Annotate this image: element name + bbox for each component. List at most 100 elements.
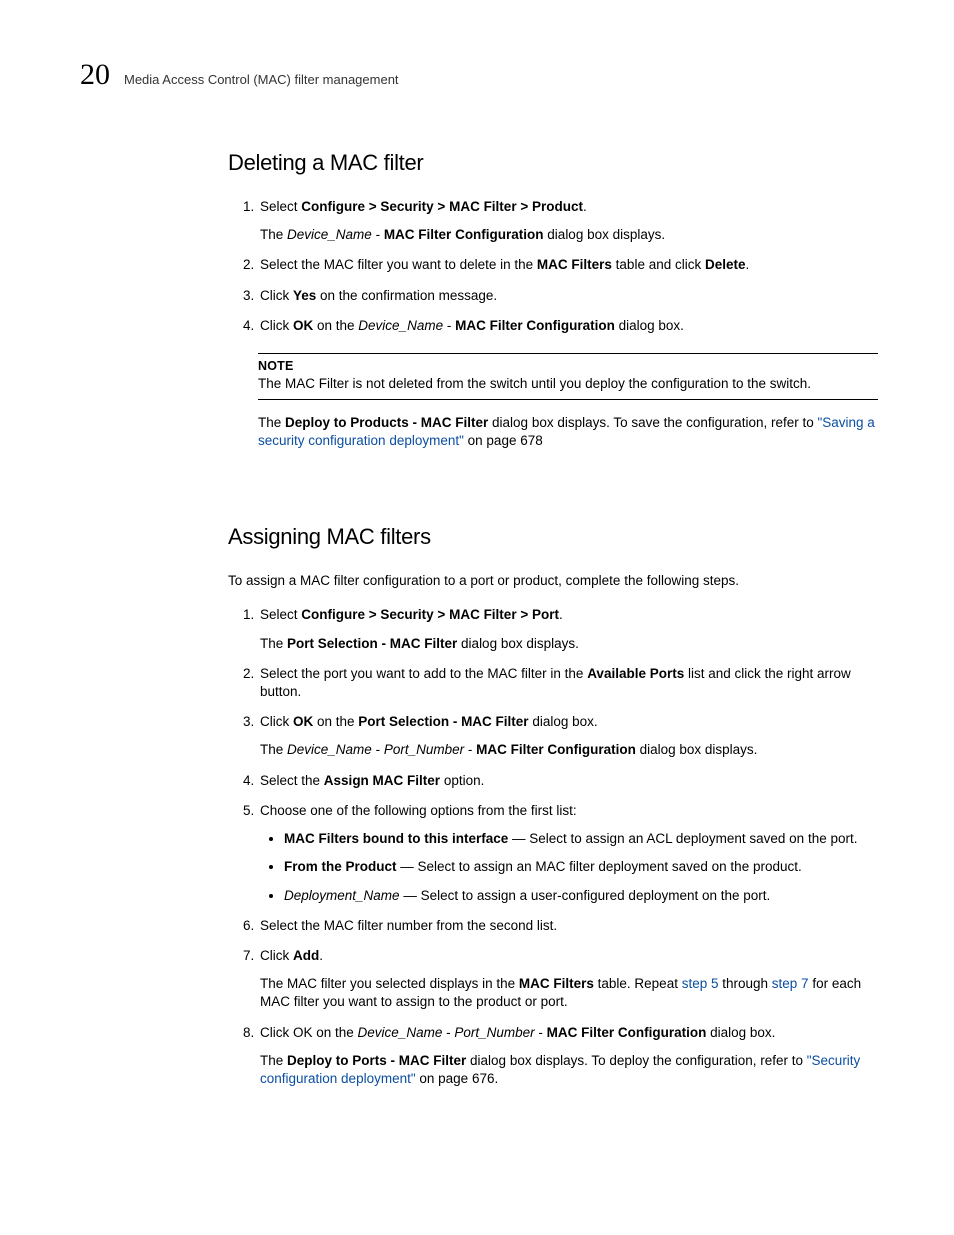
step-sub: The Port Selection - MAC Filter dialog b… [260, 635, 878, 653]
steps-assigning: Select Configure > Security > MAC Filter… [228, 606, 878, 1088]
text: Click [260, 714, 293, 729]
step-text: Select [260, 199, 301, 214]
step: Choose one of the following options from… [258, 802, 878, 905]
list-item: MAC Filters bound to this interface — Se… [284, 830, 878, 848]
step: Select Configure > Security > MAC Filter… [258, 606, 878, 652]
list-item: Deployment_Name — Select to assign a use… [284, 887, 878, 905]
option-name: From the Product [284, 859, 397, 874]
placeholder: Device_Name [358, 318, 443, 333]
text: The [260, 636, 287, 651]
ui-element: MAC Filters [537, 257, 612, 272]
text: The MAC filter you selected displays in … [260, 976, 519, 991]
option-name: MAC Filters bound to this interface [284, 831, 508, 846]
placeholder: Device_Name [287, 742, 372, 757]
dialog-name: Port Selection - MAC Filter [287, 636, 457, 651]
ui-button: Delete [705, 257, 746, 272]
steps-deleting: Select Configure > Security > MAC Filter… [228, 198, 878, 335]
ui-button: OK [293, 318, 313, 333]
text: Select the MAC filter number from the se… [260, 918, 557, 933]
ui-button: OK [293, 714, 313, 729]
text: Select the [260, 773, 324, 788]
text: dialog box displays. To save the configu… [488, 415, 817, 430]
dialog-name: Deploy to Ports - MAC Filter [287, 1053, 466, 1068]
page-header: 20 Media Access Control (MAC) filter man… [80, 58, 874, 92]
menu-path: Configure > Security > MAC Filter > Prod… [301, 199, 583, 214]
text: Click [260, 318, 293, 333]
text: Click [260, 288, 293, 303]
step: Click OK on the Device_Name - MAC Filter… [258, 317, 878, 335]
text: - [372, 742, 384, 757]
text: table and click [612, 257, 705, 272]
text: The [258, 415, 285, 430]
text: on the [313, 318, 358, 333]
placeholder: Port_Number [454, 1025, 534, 1040]
dialog-name: MAC Filter Configuration [455, 318, 615, 333]
text: The [260, 227, 287, 242]
text: — Select to assign a user-configured dep… [400, 888, 771, 903]
placeholder: Device_Name [358, 1025, 443, 1040]
placeholder: Device_Name [287, 227, 372, 242]
text: dialog box. [615, 318, 684, 333]
text: option. [440, 773, 484, 788]
text: Choose one of the following options from… [260, 803, 577, 818]
section-title-deleting: Deleting a MAC filter [228, 150, 878, 176]
step: Select the port you want to add to the M… [258, 665, 878, 701]
ui-element: Assign MAC Filter [324, 773, 440, 788]
text: - [535, 1025, 547, 1040]
text: dialog box displays. To deploy the confi… [466, 1053, 806, 1068]
chapter-number: 20 [80, 58, 110, 92]
text: — Select to assign an MAC filter deploym… [397, 859, 802, 874]
dialog-name: MAC Filter Configuration [476, 742, 636, 757]
menu-path: Configure > Security > MAC Filter > Port [301, 607, 559, 622]
text: . [746, 257, 750, 272]
note-label: NOTE [258, 358, 878, 375]
text: . [559, 607, 563, 622]
step: Click Add. The MAC filter you selected d… [258, 947, 878, 1012]
text: . [319, 948, 323, 963]
text: - [372, 227, 384, 242]
step-sub: The MAC filter you selected displays in … [260, 975, 878, 1011]
text: - [464, 742, 476, 757]
text: table. Repeat [594, 976, 682, 991]
text: - [442, 1025, 454, 1040]
step-text: . [583, 199, 587, 214]
list-item: From the Product — Select to assign an M… [284, 858, 878, 876]
text: Select the port you want to add to the M… [260, 666, 587, 681]
placeholder: Port_Number [384, 742, 464, 757]
note-box: NOTE The MAC Filter is not deleted from … [258, 353, 878, 400]
text: through [718, 976, 771, 991]
text: Click [260, 948, 293, 963]
text: dialog box. [706, 1025, 775, 1040]
ui-button: Yes [293, 288, 316, 303]
content-area: Deleting a MAC filter Select Configure >… [228, 150, 878, 1088]
intro-para: To assign a MAC filter configuration to … [228, 572, 878, 590]
text: Select [260, 607, 301, 622]
step-ref-link[interactable]: step 7 [772, 976, 809, 991]
step-sub: The Device_Name - Port_Number - MAC Filt… [260, 741, 878, 759]
text: The [260, 742, 287, 757]
step: Click OK on the Port Selection - MAC Fil… [258, 713, 878, 759]
placeholder: Deployment_Name [284, 888, 400, 903]
text: dialog box displays. [636, 742, 758, 757]
ui-element: Available Ports [587, 666, 684, 681]
text: dialog box displays. [544, 227, 666, 242]
ui-element: MAC Filters [519, 976, 594, 991]
breadcrumb: Media Access Control (MAC) filter manage… [124, 72, 399, 87]
dialog-name: MAC Filter Configuration [547, 1025, 707, 1040]
dialog-name: MAC Filter Configuration [384, 227, 544, 242]
step-sub: The Deploy to Ports - MAC Filter dialog … [260, 1052, 878, 1088]
step: Select the MAC filter you want to delete… [258, 256, 878, 274]
note-body: The MAC Filter is not deleted from the s… [258, 375, 878, 393]
text: dialog box. [529, 714, 598, 729]
text: The [260, 1053, 287, 1068]
text: on page 678 [464, 433, 543, 448]
dialog-name: Port Selection - MAC Filter [358, 714, 528, 729]
text: Select the MAC filter you want to delete… [260, 257, 537, 272]
text: on the [313, 714, 358, 729]
step: Click OK on the Device_Name - Port_Numbe… [258, 1024, 878, 1089]
text: on the confirmation message. [316, 288, 497, 303]
step-ref-link[interactable]: step 5 [682, 976, 719, 991]
step: Click Yes on the confirmation message. [258, 287, 878, 305]
step: Select the Assign MAC Filter option. [258, 772, 878, 790]
text: dialog box displays. [457, 636, 579, 651]
